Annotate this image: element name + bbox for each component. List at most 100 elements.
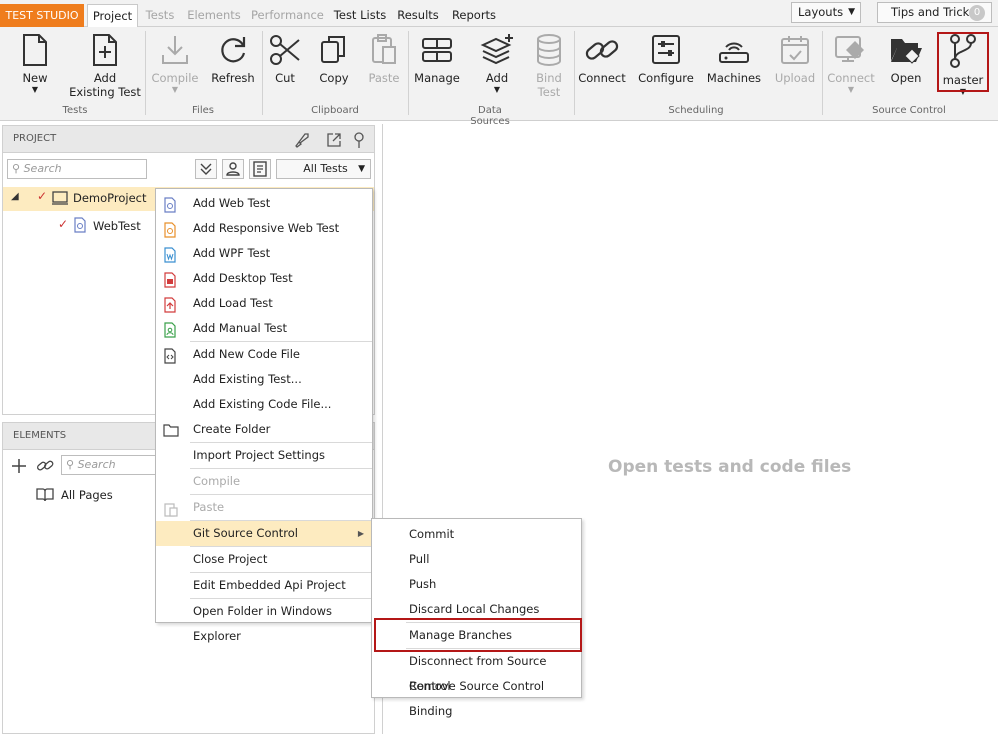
paste-icon — [372, 34, 396, 64]
pin-icon[interactable] — [351, 131, 367, 149]
tab-performance[interactable]: Performance — [251, 4, 324, 27]
collapse-icon — [200, 163, 212, 175]
tree-item-demoproject[interactable]: DemoProject — [73, 189, 147, 207]
submenu-arrow-icon: ▶ — [357, 529, 364, 538]
tree-item-all-pages[interactable]: All Pages — [61, 486, 113, 504]
collapse-all-button[interactable] — [195, 159, 217, 179]
search-icon: ⚲ — [12, 162, 21, 175]
tab-project[interactable]: Project — [87, 4, 138, 27]
source-control-open-button[interactable]: Open — [884, 33, 928, 85]
bind-test-button[interactable]: Bind Test — [528, 33, 570, 99]
group-divider — [574, 31, 575, 115]
layouts-dropdown[interactable]: Layouts ▼ — [791, 2, 861, 23]
tab-test-lists[interactable]: Test Lists — [332, 4, 388, 27]
project-search-input[interactable]: ⚲ Search — [7, 159, 147, 179]
machines-button[interactable]: Machines — [704, 33, 764, 85]
highlight-manage-branches — [374, 618, 582, 652]
notes-icon — [253, 161, 267, 177]
menu-item-commit[interactable]: Commit — [372, 522, 581, 547]
menu-item-add-new-code-file[interactable]: Add New Code File — [156, 342, 372, 367]
book-icon — [36, 488, 54, 502]
expand-triangle-icon[interactable]: ◢ — [11, 191, 19, 202]
chevron-down-icon: ▼ — [171, 85, 179, 94]
connect-button[interactable]: Connect — [577, 33, 627, 85]
menu-item-edit-embedded-api-project[interactable]: Edit Embedded Api Project — [156, 573, 372, 598]
menu-item-disconnect-source-control[interactable]: Disconnect from Source Control — [372, 649, 581, 693]
pop-out-icon[interactable] — [325, 131, 343, 149]
group-divider — [822, 31, 823, 115]
refresh-button[interactable]: Refresh — [208, 33, 258, 85]
menu-item-add-existing-code-file[interactable]: Add Existing Code File... — [156, 392, 372, 417]
scissors-icon — [270, 35, 300, 65]
menu-item-create-folder[interactable]: Create Folder — [156, 417, 372, 442]
compile-icon — [162, 36, 188, 64]
compile-button[interactable]: Compile ▼ — [150, 33, 200, 95]
menu-item-import-project-settings[interactable]: Import Project Settings — [156, 443, 372, 468]
menu-item-add-existing-test[interactable]: Add Existing Test... — [156, 367, 372, 392]
menu-item-add-manual-test[interactable]: Add Manual Test — [156, 316, 372, 341]
desktop-test-icon — [164, 272, 176, 288]
highlight-master-branch — [937, 32, 989, 92]
manual-test-icon — [164, 322, 176, 338]
menu-item-add-responsive-web-test[interactable]: Add Responsive Web Test — [156, 216, 372, 241]
tree-item-webtest[interactable]: WebTest — [93, 217, 141, 235]
search-icon: ⚲ — [66, 458, 75, 471]
project-context-menu: Add Web Test Add Responsive Web Test Add… — [155, 188, 373, 643]
configure-button[interactable]: Configure — [636, 33, 696, 85]
chevron-down-icon: ▼ — [31, 85, 39, 94]
add-file-icon — [93, 34, 117, 66]
tab-tests[interactable]: Tests — [142, 4, 178, 27]
project-search-placeholder: Search — [23, 162, 62, 175]
test-filter-dropdown[interactable]: All Tests ▼ — [276, 159, 371, 179]
add-icon[interactable] — [10, 457, 28, 475]
source-control-connect-icon — [835, 36, 864, 62]
notes-button[interactable] — [249, 159, 271, 179]
layouts-label: Layouts — [798, 5, 844, 19]
menu-item-close-project[interactable]: Close Project — [156, 547, 372, 572]
manage-button[interactable]: Manage — [412, 33, 462, 85]
project-panel-title: PROJECT — [13, 133, 57, 144]
upload-button[interactable]: Upload — [772, 33, 818, 85]
add-existing-test-button[interactable]: Add Existing Test — [68, 33, 142, 99]
project-icon — [52, 191, 68, 205]
chevron-down-icon: ▼ — [847, 85, 855, 94]
web-test-icon — [164, 197, 176, 213]
menu-item-pull[interactable]: Pull — [372, 547, 581, 572]
menu-item-paste[interactable]: Paste — [156, 495, 372, 520]
link-icon[interactable] — [35, 457, 55, 475]
tab-elements[interactable]: Elements — [186, 4, 242, 27]
menu-item-add-wpf-test[interactable]: Add WPF Test — [156, 241, 372, 266]
add-data-source-icon — [480, 34, 513, 65]
tips-and-tricks-button[interactable]: Tips and Tricks 0 — [877, 2, 992, 23]
copy-button[interactable]: Copy — [312, 33, 356, 85]
paste-icon — [164, 503, 178, 517]
add-data-source-button[interactable]: Add ▼ — [475, 33, 519, 95]
tips-label: Tips and Tricks — [891, 5, 976, 19]
git-source-control-submenu: Commit Pull Push Discard Local Changes M… — [371, 518, 582, 718]
menu-item-add-load-test[interactable]: Add Load Test — [156, 291, 372, 316]
new-button[interactable]: New ▼ — [10, 33, 60, 95]
menu-item-git-source-control[interactable]: Git Source Control ▶ — [156, 521, 372, 546]
menu-item-push[interactable]: Push — [372, 572, 581, 597]
copy-icon — [321, 36, 345, 63]
menu-item-add-desktop-test[interactable]: Add Desktop Test — [156, 266, 372, 291]
menu-item-add-web-test[interactable]: Add Web Test — [156, 191, 372, 216]
paste-button[interactable]: Paste — [362, 33, 406, 85]
menu-item-open-folder-in-explorer[interactable]: Open Folder in Windows Explorer — [156, 599, 372, 643]
owner-filter-button[interactable] — [222, 159, 244, 179]
rocket-icon[interactable] — [293, 131, 311, 149]
elements-search-input[interactable]: ⚲ Search — [61, 455, 161, 475]
group-label-scheduling: Scheduling — [668, 105, 724, 116]
router-icon — [719, 42, 749, 63]
empty-state-hint: Open tests and code files — [608, 457, 852, 477]
cut-button[interactable]: Cut — [265, 33, 305, 85]
tab-results[interactable]: Results — [396, 4, 440, 27]
tab-reports[interactable]: Reports — [449, 4, 499, 27]
group-label-clipboard: Clipboard — [311, 105, 359, 116]
folder-icon — [163, 424, 179, 437]
menu-item-remove-source-control-binding[interactable]: Remove Source Control Binding — [372, 674, 581, 718]
menu-item-compile[interactable]: Compile — [156, 469, 372, 494]
calendar-upload-icon — [781, 36, 809, 64]
source-control-connect-button[interactable]: Connect ▼ — [826, 33, 876, 95]
chevron-down-icon: ▼ — [848, 7, 855, 17]
